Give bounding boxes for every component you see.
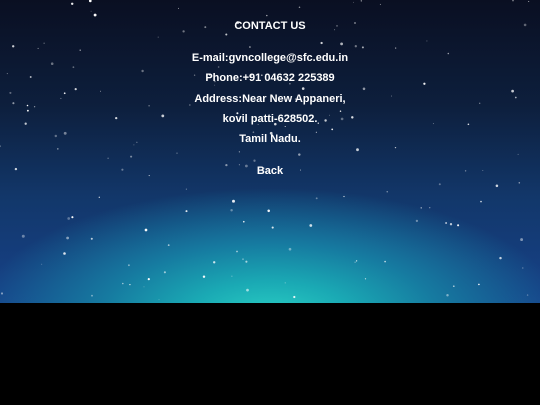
footer-area: [0, 303, 540, 405]
back-link[interactable]: Back: [257, 165, 283, 177]
starry-background: CONTACT US E-mail:gvncollege@sfc.edu.in …: [0, 0, 540, 303]
back-row: Back: [0, 165, 540, 177]
state-text: Tamil Nadu.: [239, 133, 301, 145]
page-title: CONTACT US: [234, 20, 306, 32]
email-text: E-mail:gvncollege@sfc.edu.in: [191, 52, 349, 64]
phone-text: Phone:+91 04632 225389: [205, 72, 335, 84]
contact-section: CONTACT US E-mail:gvncollege@sfc.edu.in …: [0, 0, 540, 303]
address-text: Address:Near New Appaneri,: [194, 93, 346, 105]
city-text: kovil patti-628502.: [222, 113, 318, 125]
